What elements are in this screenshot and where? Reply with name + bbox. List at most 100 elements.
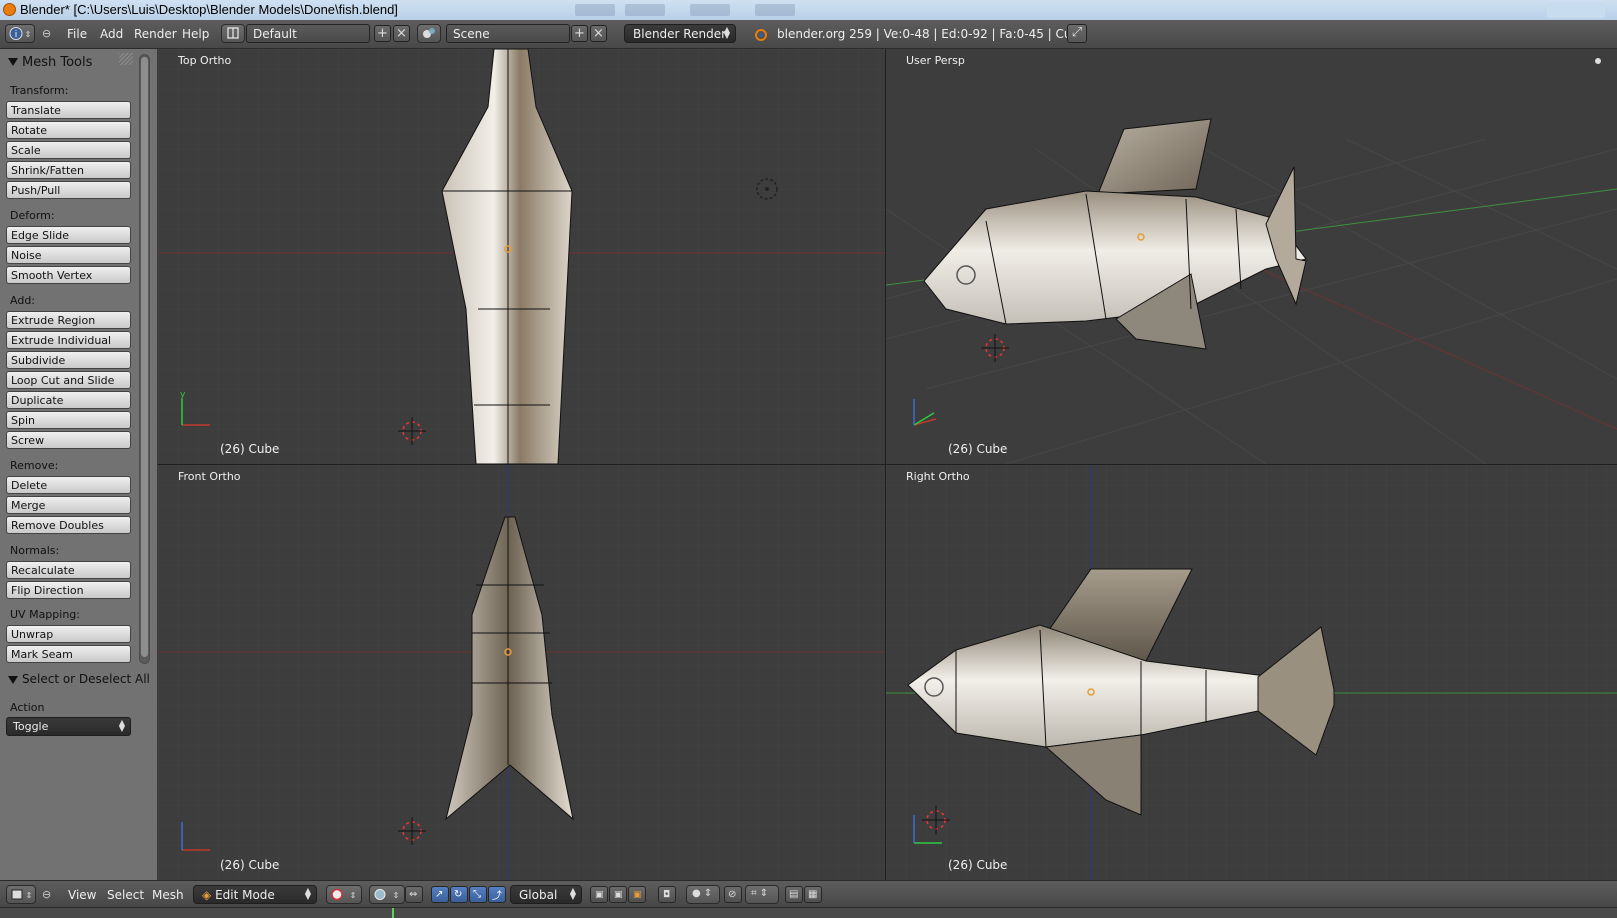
- info-icon: i ⇕: [9, 27, 31, 40]
- translate-button[interactable]: Translate: [6, 101, 131, 119]
- manipulator-toggle-button[interactable]: ⇔: [405, 886, 423, 903]
- face-select-mode-button[interactable]: ▣: [628, 886, 646, 903]
- delete-scene-button[interactable]: ×: [590, 25, 607, 42]
- noise-button[interactable]: Noise: [6, 246, 131, 264]
- right-ortho-scene: [886, 465, 1617, 880]
- loop-cut-slide-button[interactable]: Loop Cut and Slide: [6, 371, 131, 389]
- rotate-manipulator-button[interactable]: ↻: [450, 886, 468, 903]
- limit-selection-button[interactable]: ◘: [658, 886, 676, 903]
- svg-text:⇕: ⇕: [393, 891, 400, 900]
- menu-help[interactable]: Help: [182, 27, 209, 41]
- render-animation-button[interactable]: ▦: [804, 886, 822, 903]
- viewport-divider-horizontal[interactable]: [158, 464, 1617, 465]
- collapse-menus-icon[interactable]: ⊖: [42, 27, 51, 40]
- updown-arrows-icon: ▲ ▼: [118, 718, 125, 733]
- window-titlebar: Blender* [C:\Users\Luis\Desktop\Blender …: [0, 0, 1617, 20]
- add-screen-button[interactable]: +: [374, 25, 391, 42]
- manipulator-extra-button[interactable]: ⤴: [488, 886, 506, 903]
- updown-arrows-icon: ▲ ▼: [723, 25, 730, 40]
- operator-panel-title[interactable]: Select or Deselect All: [22, 672, 150, 686]
- mark-seam-button[interactable]: Mark Seam: [6, 645, 131, 663]
- menu-mesh[interactable]: Mesh: [152, 888, 184, 902]
- panel-expand-icon[interactable]: [8, 58, 18, 66]
- editor-type-info-button[interactable]: i ⇕: [5, 24, 35, 43]
- edge-slide-button[interactable]: Edge Slide: [6, 226, 131, 244]
- viewport-user-persp[interactable]: User Persp (26) Cube: [886, 49, 1617, 464]
- menu-file[interactable]: File: [67, 27, 87, 41]
- smooth-vertex-button[interactable]: Smooth Vertex: [6, 266, 131, 284]
- scene-field[interactable]: Scene: [446, 24, 570, 43]
- scale-button[interactable]: Scale: [6, 141, 131, 159]
- scale-manipulator-button[interactable]: ⤡: [469, 886, 487, 903]
- viewport-divider-vertical[interactable]: [885, 49, 886, 880]
- scale-icon: ⤡: [473, 889, 481, 900]
- panel-grip-icon[interactable]: [119, 53, 133, 65]
- timeline-strip[interactable]: [0, 907, 1617, 918]
- merge-button[interactable]: Merge: [6, 496, 131, 514]
- flip-direction-button[interactable]: Flip Direction: [6, 581, 131, 599]
- scene-browse-button[interactable]: [417, 24, 441, 43]
- remove-doubles-button[interactable]: Remove Doubles: [6, 516, 131, 534]
- delete-button[interactable]: Delete: [6, 476, 131, 494]
- edge-select-mode-button[interactable]: ▣: [609, 886, 627, 903]
- updown-arrows-icon: ▲ ▼: [569, 886, 576, 901]
- render-engine-select[interactable]: Blender Render ▲ ▼: [624, 24, 736, 43]
- vertex-select-mode-button[interactable]: ▣: [590, 886, 608, 903]
- viewport-front-ortho[interactable]: Front Ortho (26) Cube: [158, 465, 885, 880]
- close-icon: ×: [396, 26, 407, 41]
- edge-select-icon: ▣: [614, 890, 623, 900]
- view-settings-icon[interactable]: [1595, 58, 1601, 64]
- menu-view[interactable]: View: [68, 888, 96, 902]
- viewport-shading-select[interactable]: ⇕: [326, 885, 362, 904]
- panel-expand-icon[interactable]: [8, 676, 18, 684]
- viewport-object-name: (26) Cube: [948, 442, 1008, 456]
- toolshelf-scrollbar[interactable]: [139, 54, 150, 664]
- section-normals-label: Normals:: [10, 544, 60, 557]
- mesh-tools-panel-title[interactable]: Mesh Tools: [22, 55, 92, 70]
- mode-select[interactable]: ◈ Edit Mode ▲ ▼: [193, 885, 317, 904]
- svg-text:y: y: [180, 390, 186, 400]
- plus-icon: +: [574, 26, 585, 41]
- screen-layout-field[interactable]: Default: [246, 24, 370, 43]
- section-remove-label: Remove:: [10, 459, 59, 472]
- rotate-button[interactable]: Rotate: [6, 121, 131, 139]
- menu-add[interactable]: Add: [100, 27, 123, 41]
- viewport-label: Right Ortho: [906, 470, 970, 483]
- viewport-right-ortho[interactable]: Right Ortho (26) Cube: [886, 465, 1617, 880]
- menu-select[interactable]: Select: [107, 888, 144, 902]
- viewport-top-ortho[interactable]: y Top Ortho (26) Cube: [158, 49, 885, 464]
- recalculate-button[interactable]: Recalculate: [6, 561, 131, 579]
- duplicate-button[interactable]: Duplicate: [6, 391, 131, 409]
- 3d-cursor-icon: [981, 334, 1009, 362]
- render-opengl-button[interactable]: ▤: [785, 886, 803, 903]
- action-select[interactable]: Toggle ▲ ▼: [6, 717, 131, 736]
- pivot-point-select[interactable]: ⇕: [369, 885, 405, 904]
- screen-layout-browse-button[interactable]: [221, 24, 245, 43]
- window-close-button[interactable]: [1547, 2, 1605, 18]
- spin-button[interactable]: Spin: [6, 411, 131, 429]
- translate-manipulator-button[interactable]: ↗: [431, 886, 449, 903]
- subdivide-button[interactable]: Subdivide: [6, 351, 131, 369]
- delete-screen-button[interactable]: ×: [393, 25, 410, 42]
- push-pull-button[interactable]: Push/Pull: [6, 181, 131, 199]
- menu-render[interactable]: Render: [134, 27, 177, 41]
- svg-text:⇕: ⇕: [26, 891, 33, 900]
- snap-toggle-button[interactable]: ⊘: [724, 886, 742, 903]
- camera-icon: ▤: [789, 889, 799, 900]
- extrude-region-button[interactable]: Extrude Region: [6, 311, 131, 329]
- axis-gizmo-icon: [913, 399, 937, 426]
- transform-orientation-select[interactable]: Global ▲ ▼: [510, 885, 582, 904]
- scrollbar-thumb[interactable]: [141, 57, 148, 657]
- edit-mode-icon: ◈: [202, 888, 212, 902]
- proportional-edit-select[interactable]: ● ⇕: [686, 885, 720, 904]
- collapse-menus-icon[interactable]: ⊖: [42, 888, 51, 901]
- extrude-individual-button[interactable]: Extrude Individual: [6, 331, 131, 349]
- editor-type-3dview-button[interactable]: ⇕: [6, 885, 36, 904]
- unwrap-button[interactable]: Unwrap: [6, 625, 131, 643]
- snap-element-select[interactable]: ⌗ ⇕: [745, 885, 779, 904]
- svg-text:⇕: ⇕: [350, 891, 357, 900]
- fullscreen-toggle-button[interactable]: ⤢: [1067, 24, 1087, 43]
- screw-button[interactable]: Screw: [6, 431, 131, 449]
- add-scene-button[interactable]: +: [571, 25, 588, 42]
- shrink-fatten-button[interactable]: Shrink/Fatten: [6, 161, 131, 179]
